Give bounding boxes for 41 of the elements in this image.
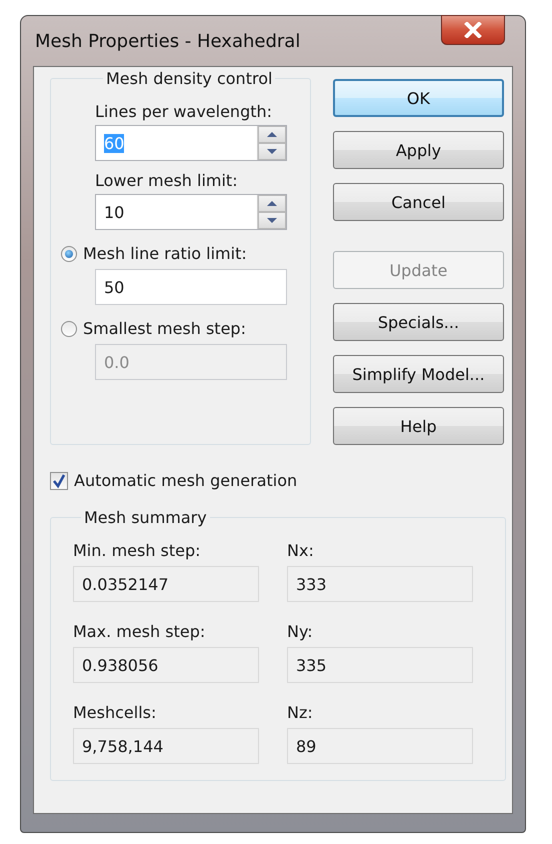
window-title: Mesh Properties - Hexahedral	[34, 30, 300, 52]
close-button[interactable]	[441, 15, 505, 45]
up-arrow-icon	[266, 131, 278, 138]
dialog-button[interactable]: OK	[332, 79, 504, 117]
spin-box[interactable]: 10	[95, 194, 287, 230]
field-label: Min. mesh step:	[73, 541, 202, 560]
field-value: 10	[104, 202, 126, 222]
field-label: Lower mesh limit:	[95, 171, 239, 190]
field-label: Meshcells:	[73, 703, 158, 722]
field-label: Ny:	[287, 622, 314, 641]
down-arrow-icon	[266, 217, 278, 224]
field-label: Lines per wavelength:	[95, 102, 274, 121]
field-label: Max. mesh step:	[73, 622, 206, 641]
spin-down-button[interactable]	[258, 212, 286, 229]
spin-down-button[interactable]	[258, 143, 286, 160]
dialog-button[interactable]: Apply	[332, 131, 504, 169]
group-title: Mesh summary	[83, 508, 208, 527]
close-icon	[464, 22, 482, 38]
readonly-field: 335	[287, 647, 473, 683]
readonly-field: 0.0352147	[73, 566, 259, 602]
group-title: Mesh density control	[105, 69, 274, 88]
radio-button[interactable]	[61, 246, 77, 262]
input-field[interactable]: 50	[95, 269, 287, 305]
dialog-button[interactable]: Cancel	[332, 183, 504, 221]
checkbox[interactable]	[50, 472, 68, 490]
dialog-button[interactable]: Specials...	[332, 303, 504, 341]
spin-up-button[interactable]	[258, 195, 286, 212]
selected-text: 60	[104, 134, 124, 152]
spin-up-button[interactable]	[258, 126, 286, 143]
radio-label[interactable]: Mesh line ratio limit:	[83, 244, 247, 263]
up-arrow-icon	[266, 200, 278, 207]
dialog-button[interactable]: Simplify Model...	[332, 355, 504, 393]
readonly-field: 0.938056	[73, 647, 259, 683]
field-label: Nz:	[287, 703, 314, 722]
down-arrow-icon	[266, 148, 278, 155]
readonly-field: 333	[287, 566, 473, 602]
field-label: Nx:	[287, 541, 315, 560]
checkbox-label[interactable]: Automatic mesh generation	[74, 471, 298, 490]
dialog-button[interactable]: Help	[332, 407, 504, 445]
readonly-field: 9,758,144	[73, 728, 259, 764]
readonly-field: 89	[287, 728, 473, 764]
